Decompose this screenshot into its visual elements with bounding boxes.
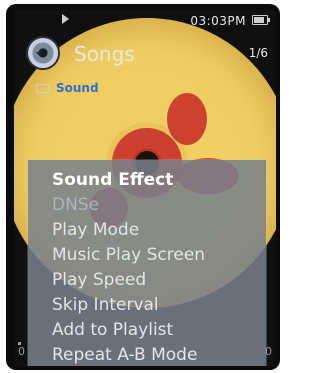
menu-item-skip-interval[interactable]: Skip Interval: [52, 293, 159, 318]
page-title: Songs: [74, 42, 135, 66]
menu-item-play-speed[interactable]: Play Speed: [52, 268, 146, 293]
current-song-label: Sound: [56, 81, 99, 95]
play-icon: [62, 14, 69, 24]
header: ↶ Songs 1/6: [14, 36, 276, 70]
menu-item-add-to-playlist[interactable]: Add to Playlist: [52, 318, 173, 343]
battery-icon: [252, 15, 270, 25]
elapsed-time: 0: [18, 345, 25, 358]
menu-item-sound-effect[interactable]: Sound Effect: [52, 168, 173, 193]
player-screen: 03:03PM ↶ Songs 1/6 Sound 0 0 Sound Effe…: [14, 10, 276, 366]
menu-item-repeat-ab-mode[interactable]: Repeat A-B Mode: [52, 343, 197, 366]
folder-icon: [36, 84, 49, 93]
context-menu: Sound Effect DNSe Play Mode Music Play S…: [28, 160, 266, 366]
disc-art-splash: [167, 93, 207, 145]
back-arrow-icon: ↶: [36, 46, 48, 62]
menu-item-music-play-screen[interactable]: Music Play Screen: [52, 243, 205, 268]
total-time: 0: [265, 345, 272, 358]
menu-item-play-mode[interactable]: Play Mode: [52, 218, 139, 243]
device-bezel: 03:03PM ↶ Songs 1/6 Sound 0 0 Sound Effe…: [6, 4, 280, 370]
track-count: 1/6: [248, 46, 268, 60]
menu-item-dnse[interactable]: DNSe: [52, 193, 99, 218]
clock: 03:03PM: [190, 14, 246, 28]
status-bar: 03:03PM: [14, 10, 276, 32]
